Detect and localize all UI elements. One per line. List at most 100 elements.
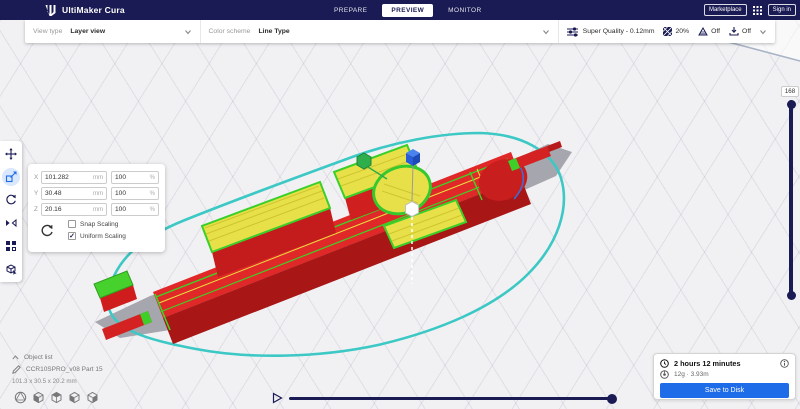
clock-icon (660, 359, 669, 368)
scale-row-z: Z 20.16 mm 100 % (34, 203, 159, 216)
apps-grid-icon[interactable] (752, 5, 762, 15)
axis-label: Y (34, 190, 39, 197)
view-left-icon (69, 391, 80, 404)
unit-label: % (149, 190, 155, 197)
color-scheme-dropdown[interactable]: Color scheme Line Type (199, 20, 558, 43)
chevron-up-icon (12, 355, 19, 360)
save-to-disk-button[interactable]: Save to Disk (660, 383, 789, 398)
app-logo: UltiMaker Cura (44, 0, 125, 20)
header-actions: Marketplace Sign in (703, 0, 796, 20)
infill-value: 20% (675, 28, 690, 35)
scale-z-percent-value: 100 (115, 206, 127, 213)
marketplace-button[interactable]: Marketplace (703, 4, 747, 16)
view-type-value: Layer view (70, 28, 106, 35)
unit-label: % (149, 206, 155, 213)
view-top-button[interactable] (50, 391, 63, 404)
view-top-icon (51, 391, 62, 404)
scale-y-size-input[interactable]: 30.48 mm (41, 187, 107, 200)
stage-tabs: PREPARE PREVIEW MONITOR (325, 0, 491, 20)
top-header: UltiMaker Cura PREPARE PREVIEW MONITOR M… (0, 0, 800, 20)
layer-slider-track[interactable] (789, 100, 793, 298)
current-layer-label[interactable]: 168 (781, 86, 799, 97)
scale-y-percent-input[interactable]: 100 % (111, 187, 159, 200)
material-spool-icon (660, 370, 669, 379)
scale-y-size-value: 30.48 (45, 190, 62, 197)
adhesion-value: Off (742, 28, 751, 35)
tool-toolbar (0, 141, 22, 282)
selected-object-row[interactable]: CCR10SPRO_v08 Part 15 (12, 365, 103, 374)
object-dimensions: 101.3 x 30.5 x 20.2 mm (12, 378, 77, 385)
layer-slider-bottom-handle[interactable] (786, 291, 796, 300)
reset-scale-button[interactable] (40, 224, 54, 238)
view-type-label: View type (33, 28, 63, 35)
unit-label: mm (93, 174, 103, 181)
print-job-panel: 2 hours 12 minutes 12g · 3.93m Save to D… (653, 353, 796, 400)
unit-label: mm (93, 206, 103, 213)
print-profile-value: Super Quality - 0.12mm (582, 28, 655, 35)
view-right-button[interactable] (86, 391, 99, 404)
uniform-scaling-checkbox[interactable]: ✓ Uniform Scaling (68, 232, 126, 240)
gizmo-white-handle[interactable] (405, 200, 419, 218)
scale-x-percent-value: 100 (115, 174, 127, 181)
scale-icon (5, 171, 17, 183)
playback-slider-track[interactable] (289, 397, 614, 400)
object-dimensions-row: 101.3 x 30.5 x 20.2 mm (12, 378, 103, 385)
uniform-scaling-label: Uniform Scaling (80, 232, 126, 240)
checkbox-box: ✓ (68, 232, 76, 240)
snap-scaling-checkbox[interactable]: Snap Scaling (68, 220, 126, 228)
per-model-settings-button[interactable] (2, 237, 20, 255)
support-blocker-button[interactable] (2, 260, 20, 278)
support-blocker-icon (6, 264, 17, 275)
color-scheme-label: Color scheme (208, 28, 251, 35)
unit-label: mm (93, 190, 103, 197)
scale-x-size-value: 101.282 (45, 174, 69, 181)
mirror-icon (6, 218, 17, 228)
gizmo-green-handle[interactable] (356, 152, 372, 170)
play-button[interactable] (271, 392, 283, 404)
layer-slider-top-handle[interactable] (786, 100, 796, 109)
playback-slider-handle[interactable] (607, 393, 617, 404)
chevron-down-icon[interactable] (759, 28, 767, 36)
mirror-tool-button[interactable] (2, 214, 20, 232)
cura-window: UltiMaker Cura PREPARE PREVIEW MONITOR M… (0, 0, 800, 409)
tab-prepare[interactable]: PREPARE (325, 4, 376, 17)
per-model-settings-icon (6, 241, 16, 251)
scale-tool-button[interactable] (2, 168, 20, 186)
tab-monitor[interactable]: MONITOR (439, 4, 490, 17)
scale-z-percent-input[interactable]: 100 % (111, 203, 159, 216)
ultimaker-logo-icon (45, 4, 56, 16)
scale-x-percent-input[interactable]: 100 % (111, 171, 159, 184)
tab-preview[interactable]: PREVIEW (382, 3, 434, 17)
print-time-estimate: 2 hours 12 minutes (674, 359, 741, 368)
view-3d-button[interactable] (14, 391, 27, 404)
view-left-button[interactable] (68, 391, 81, 404)
object-file-name: CCR10SPRO_v08 Part 15 (26, 366, 103, 373)
rotate-tool-button[interactable] (2, 191, 20, 209)
scale-y-percent-value: 100 (115, 190, 127, 197)
support-setting: Off (698, 27, 720, 36)
unit-label: % (149, 174, 155, 181)
view-3d-icon (14, 391, 27, 404)
view-front-icon (33, 391, 44, 404)
scale-panel-footer: Snap Scaling ✓ Uniform Scaling (34, 220, 159, 240)
scale-tool-panel: X 101.282 mm 100 % Y 30.48 mm 100 % Z 20… (28, 164, 165, 252)
infill-setting: 20% (663, 27, 689, 36)
adhesion-icon (729, 27, 739, 36)
model[interactable] (93, 131, 572, 358)
info-icon[interactable] (780, 359, 789, 368)
scale-z-size-input[interactable]: 20.16 mm (41, 203, 107, 216)
snap-scaling-label: Snap Scaling (80, 220, 119, 228)
scale-x-size-input[interactable]: 101.282 mm (41, 171, 107, 184)
camera-view-presets (14, 391, 99, 404)
sign-in-button[interactable]: Sign in (767, 4, 796, 16)
axis-label: X (34, 174, 39, 181)
scale-z-size-value: 20.16 (45, 206, 62, 213)
print-settings-panel[interactable]: Super Quality - 0.12mm 20% Off Off (557, 20, 775, 43)
move-tool-button[interactable] (2, 145, 20, 163)
checkbox-box (68, 220, 76, 228)
material-usage-row: 12g · 3.93m (660, 370, 789, 379)
object-list-header[interactable]: Object list (12, 354, 103, 361)
view-type-dropdown[interactable]: View type Layer view (25, 20, 200, 43)
view-front-button[interactable] (32, 391, 45, 404)
material-estimate: 12g · 3.93m (674, 371, 709, 378)
